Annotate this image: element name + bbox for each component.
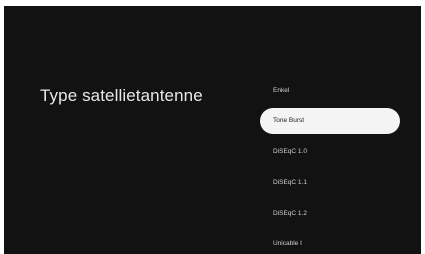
tv-screen: Type satellietantenne Enkel Tone Burst D… bbox=[4, 6, 421, 254]
option-tone-burst[interactable]: Tone Burst bbox=[260, 108, 400, 134]
page-title: Type satellietantenne bbox=[40, 86, 203, 105]
option-unicable-i[interactable]: Unicable I bbox=[260, 231, 400, 254]
option-enkel[interactable]: Enkel bbox=[260, 78, 400, 104]
option-diseqc-1-1[interactable]: DiSEqC 1.1 bbox=[260, 170, 400, 196]
option-diseqc-1-0[interactable]: DiSEqC 1.0 bbox=[260, 139, 400, 165]
option-diseqc-1-2[interactable]: DiSEqC 1.2 bbox=[260, 201, 400, 227]
